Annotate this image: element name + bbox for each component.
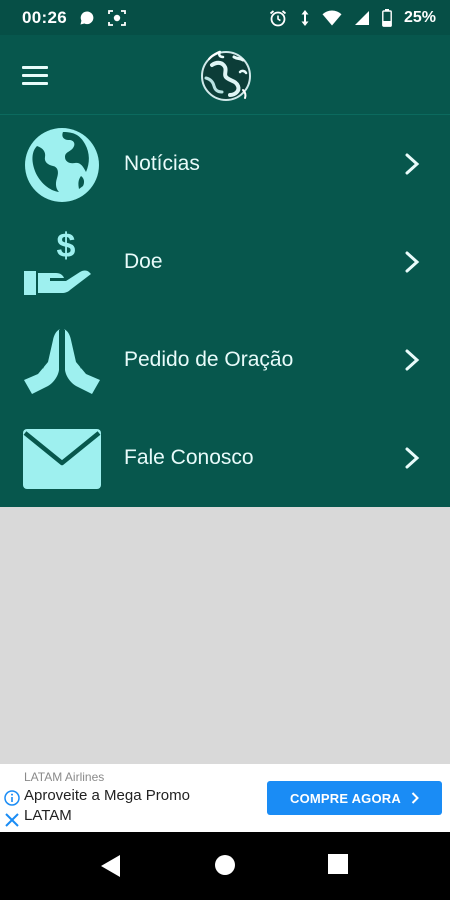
globe-icon bbox=[22, 125, 102, 205]
status-time: 00:26 bbox=[22, 7, 67, 27]
recents-icon[interactable] bbox=[328, 854, 348, 874]
status-bar-right: 25% bbox=[268, 8, 436, 28]
chevron-right-icon bbox=[405, 153, 420, 175]
back-icon[interactable] bbox=[100, 854, 122, 878]
ad-close-icon[interactable] bbox=[4, 812, 20, 833]
screen-capture-icon bbox=[107, 9, 127, 27]
system-nav-bar bbox=[0, 832, 450, 900]
menu-item-noticias[interactable]: Notícias bbox=[0, 115, 450, 213]
menu-list: Notícias $ Doe Pedido de Oração Fale Con… bbox=[0, 115, 450, 507]
ad-info-icon[interactable] bbox=[4, 790, 20, 811]
menu-item-label: Notícias bbox=[124, 152, 200, 175]
ad-banner[interactable]: LATAM Airlines Aproveite a Mega Promo LA… bbox=[0, 764, 450, 832]
status-bar-left: 00:26 bbox=[22, 8, 127, 28]
ad-advertiser: LATAM Airlines bbox=[24, 770, 105, 784]
hamburger-menu-icon[interactable] bbox=[22, 59, 58, 91]
chat-bubble-icon bbox=[79, 10, 95, 26]
chevron-right-icon bbox=[411, 792, 419, 804]
chevron-right-icon bbox=[405, 447, 420, 469]
donate-hand-icon: $ bbox=[22, 223, 102, 303]
menu-item-label: Fale Conosco bbox=[124, 446, 254, 469]
chevron-right-icon bbox=[405, 251, 420, 273]
ad-headline: Aproveite a Mega Promo LATAM bbox=[24, 787, 190, 824]
ad-cta-label: COMPRE AGORA bbox=[290, 790, 401, 806]
content-area bbox=[0, 507, 450, 764]
svg-text:$: $ bbox=[57, 227, 76, 265]
menu-item-label: Doe bbox=[124, 250, 163, 273]
menu-item-pedido-de-oracao[interactable]: Pedido de Oração bbox=[0, 311, 450, 409]
battery-icon bbox=[382, 8, 392, 27]
app-bar bbox=[0, 35, 450, 115]
battery-percentage: 25% bbox=[403, 8, 436, 26]
status-bar: 00:26 25% bbox=[0, 0, 450, 35]
cell-signal-icon bbox=[354, 10, 370, 26]
chevron-right-icon bbox=[405, 349, 420, 371]
wifi-icon bbox=[322, 9, 342, 26]
menu-item-fale-conosco[interactable]: Fale Conosco bbox=[0, 409, 450, 507]
globe-logo-icon bbox=[196, 45, 256, 105]
ad-cta-button[interactable]: COMPRE AGORA bbox=[267, 781, 442, 815]
envelope-icon bbox=[22, 419, 102, 499]
menu-item-doe[interactable]: $ Doe bbox=[0, 213, 450, 311]
home-icon[interactable] bbox=[214, 854, 236, 876]
praying-hands-icon bbox=[22, 321, 102, 401]
alarm-icon bbox=[268, 8, 288, 28]
data-arrows-icon bbox=[300, 8, 310, 28]
menu-item-label: Pedido de Oração bbox=[124, 348, 294, 371]
